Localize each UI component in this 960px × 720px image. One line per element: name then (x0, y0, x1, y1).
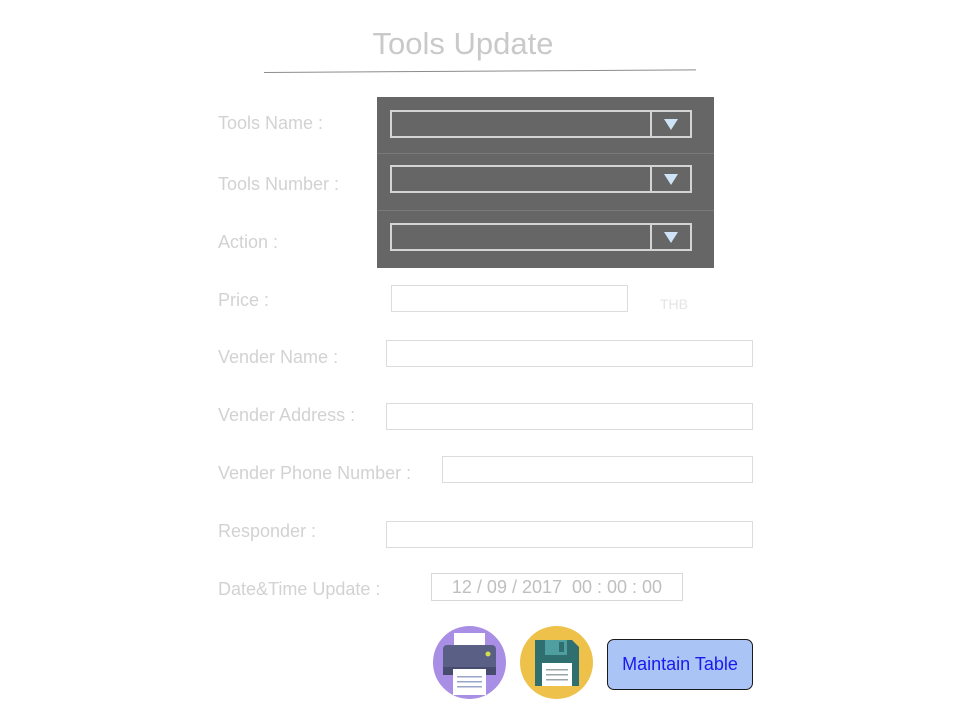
vender-name-label: Vender Name : (218, 347, 339, 367)
save-button[interactable] (520, 626, 593, 699)
responder-input[interactable] (386, 521, 753, 548)
print-button[interactable] (433, 626, 506, 699)
tools-name-select[interactable] (390, 110, 692, 138)
chevron-down-icon[interactable] (664, 174, 678, 185)
panel-divider (377, 153, 714, 154)
responder-label: Responder : (218, 521, 317, 541)
chevron-down-icon[interactable] (664, 119, 678, 130)
action-label: Action : (218, 232, 279, 252)
select-separator (650, 112, 652, 136)
panel-divider (377, 210, 714, 211)
price-label: Price : (218, 290, 270, 310)
datetime-label: Date&Time Update : (218, 579, 381, 599)
select-separator (650, 167, 652, 191)
vender-name-input[interactable] (386, 340, 753, 367)
vender-phone-label: Vender Phone Number : (218, 463, 412, 483)
title-underline (263, 69, 696, 73)
tools-number-select[interactable] (390, 165, 692, 193)
chevron-down-icon[interactable] (664, 232, 678, 243)
select-separator (650, 225, 652, 249)
vender-address-input[interactable] (386, 403, 753, 430)
printer-icon (443, 633, 496, 695)
datetime-field[interactable]: 12 / 09 / 2017 00 : 00 : 00 (431, 573, 683, 601)
price-unit: THB (660, 296, 688, 312)
price-input[interactable] (391, 285, 628, 312)
page-title: Tools Update (372, 26, 554, 61)
tools-number-label: Tools Number : (218, 174, 340, 194)
action-select[interactable] (390, 223, 692, 251)
tools-name-label: Tools Name : (218, 113, 324, 133)
vender-phone-input[interactable] (442, 456, 753, 483)
floppy-disk-icon (535, 640, 579, 686)
vender-address-label: Vender Address : (218, 405, 356, 425)
maintain-table-button[interactable]: Maintain Table (607, 639, 753, 690)
